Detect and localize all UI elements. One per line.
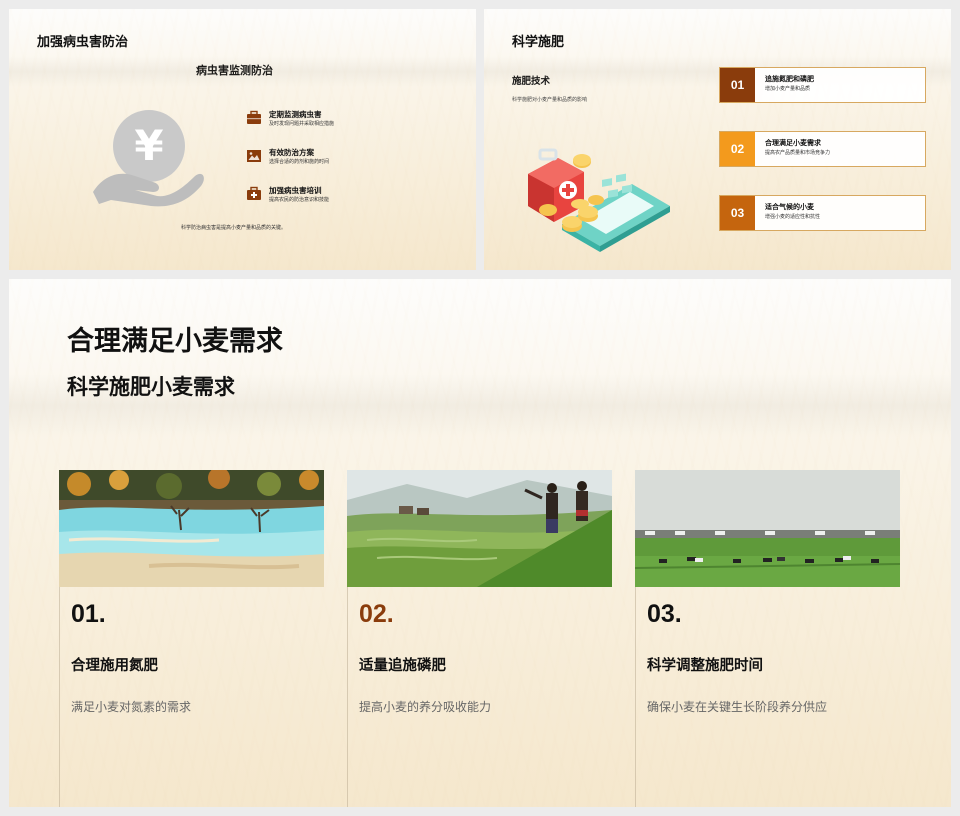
slide-meet-wheat-needs[interactable]: 合理满足小麦需求 科学施肥小麦需求 01. 合理施用氮肥 满足小麦对氮素的需求 … xyxy=(9,279,951,807)
card-desc: 增加小麦产量和品质 xyxy=(765,86,811,92)
column-1: 01. 合理施用氮肥 满足小麦对氮素的需求 xyxy=(59,470,324,807)
slide-subtitle: 病虫害监测防治 xyxy=(196,65,273,77)
item-title: 加强病虫害培训 xyxy=(269,186,322,195)
slide-scientific-fertilization[interactable]: 科学施肥 施肥技术 科学施肥对小麦产量和品质的影响 01 追施氮肥和磷肥 增加小… xyxy=(484,9,951,270)
column-number: 03. xyxy=(647,600,682,628)
item-desc: 提高农民的防治意识和技能 xyxy=(269,197,330,203)
list-item: 有效防治方案 选择合适的药剂和施药时间 xyxy=(246,147,386,185)
column-number: 02. xyxy=(359,600,394,628)
card-title: 适合气候的小麦 xyxy=(765,204,814,211)
image-icon xyxy=(247,150,261,162)
card-desc: 增强小麦的适应性和抗性 xyxy=(765,214,821,220)
slide-title: 合理满足小麦需求 xyxy=(67,326,283,356)
card-number: 03 xyxy=(720,196,755,230)
card-title: 追施氮肥和磷肥 xyxy=(765,76,814,83)
column-desc: 确保小麦在关键生长阶段养分供应 xyxy=(647,700,828,714)
slide-subtitle: 科学施肥小麦需求 xyxy=(67,376,235,399)
card-2[interactable]: 02 合理满足小麦需求 提高农产品质量和市场竞争力 xyxy=(719,131,926,167)
slide-pest-control[interactable]: 加强病虫害防治 病虫害监测防治 ¥ 定期监测病虫害 及时发现问题并采取相应措施 … xyxy=(9,9,476,270)
list-item: 加强病虫害培训 提高农民的防治意识和技能 xyxy=(246,185,386,223)
fertilization-cards: 01 追施氮肥和磷肥 增加小麦产量和品质 02 合理满足小麦需求 提高农产品质量… xyxy=(719,67,926,259)
card-3[interactable]: 03 适合气候的小麦 增强小麦的适应性和抗性 xyxy=(719,195,926,231)
column-number: 01. xyxy=(71,600,106,628)
item-desc: 选择合适的药剂和施药时间 xyxy=(269,159,330,165)
section-title: 施肥技术 xyxy=(512,76,551,87)
slide-title: 科学施肥 xyxy=(512,34,565,49)
column-3: 03. 科学调整施肥时间 确保小麦在关键生长阶段养分供应 xyxy=(635,470,900,807)
column-title: 科学调整施肥时间 xyxy=(647,658,763,674)
footnote: 科学防治病虫害是提高小麦产量和品质的关键。 xyxy=(181,225,287,231)
column-2: 02. 适量追施磷肥 提高小麦的养分吸收能力 xyxy=(347,470,612,807)
calculator-coins-medical-icon xyxy=(522,144,672,254)
briefcase-icon xyxy=(247,110,261,124)
column-title: 适量追施磷肥 xyxy=(359,658,446,674)
medical-kit-icon xyxy=(247,186,261,200)
card-number: 01 xyxy=(720,68,755,102)
item-desc: 及时发现问题并采取相应措施 xyxy=(269,121,335,127)
item-title: 定期监测病虫害 xyxy=(269,110,322,119)
column-title: 合理施用氮肥 xyxy=(71,658,158,674)
card-title: 合理满足小麦需求 xyxy=(765,140,821,147)
slide-title: 加强病虫害防治 xyxy=(37,34,129,49)
column-desc: 提高小麦的养分吸收能力 xyxy=(359,700,492,714)
rice-terrace-farmers-photo xyxy=(347,470,612,587)
item-title: 有效防治方案 xyxy=(269,148,314,157)
card-1[interactable]: 01 追施氮肥和磷肥 增加小麦产量和品质 xyxy=(719,67,926,103)
column-desc: 满足小麦对氮素的需求 xyxy=(71,700,192,714)
list-item: 定期监测病虫害 及时发现问题并采取相应措施 xyxy=(246,109,386,147)
yen-symbol: ¥ xyxy=(134,121,163,170)
turquoise-pools-photo xyxy=(59,470,324,587)
hand-money-icon: ¥ xyxy=(91,104,206,209)
grazing-cattle-field-photo xyxy=(635,470,900,587)
card-desc: 提高农产品质量和市场竞争力 xyxy=(765,150,831,156)
section-desc: 科学施肥对小麦产量和品质的影响 xyxy=(512,97,588,103)
card-number: 02 xyxy=(720,132,755,166)
pest-control-list: 定期监测病虫害 及时发现问题并采取相应措施 有效防治方案 选择合适的药剂和施药时… xyxy=(246,109,386,223)
